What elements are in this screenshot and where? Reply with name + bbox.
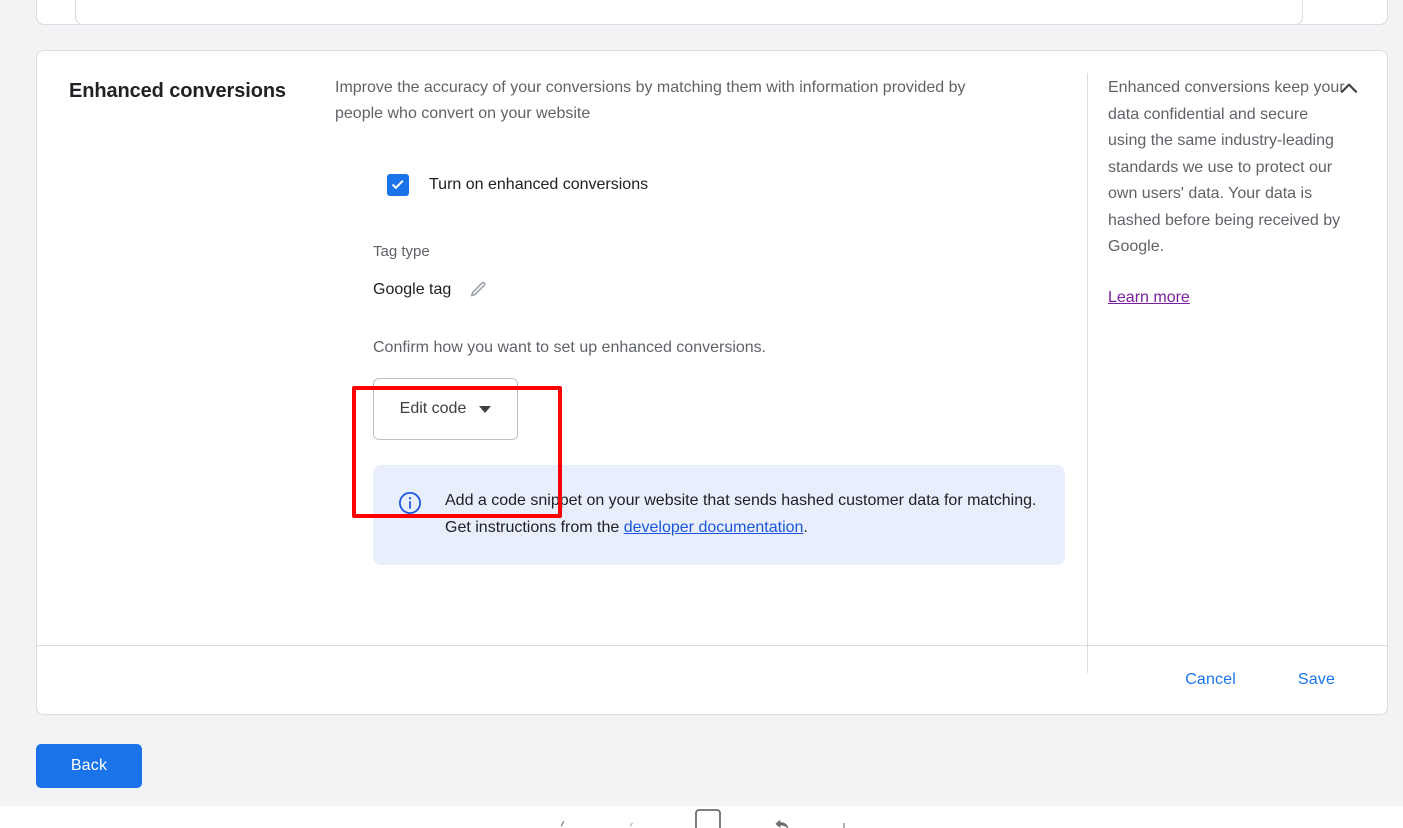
info-circle-icon xyxy=(397,490,423,521)
tag-type-value: Google tag xyxy=(373,281,452,298)
info-banner-text: Add a code snippet on your website that … xyxy=(445,487,1041,541)
section-description: Improve the accuracy of your conversions… xyxy=(335,79,966,122)
save-button[interactable]: Save xyxy=(1280,661,1353,699)
partial-icon-a[interactable] xyxy=(557,808,577,828)
confirm-setup-text: Confirm how you want to set up enhanced … xyxy=(373,339,767,356)
bottom-toolbar-strip xyxy=(0,806,1403,828)
caret-down-icon xyxy=(479,405,492,413)
divider-icon xyxy=(842,823,845,828)
help-panel-text: Enhanced conversions keep your data conf… xyxy=(1108,79,1345,255)
enhanced-conversions-checkbox-label: Turn on enhanced conversions xyxy=(429,176,649,193)
bottom-toolbar-icons xyxy=(0,806,1403,828)
collapse-panel-button[interactable] xyxy=(1333,73,1365,105)
learn-more-link[interactable]: Learn more xyxy=(1108,287,1190,309)
previous-card-partial xyxy=(36,0,1388,25)
tag-type-value-row: Google tag xyxy=(373,279,1035,301)
card-body: Enhanced conversions Improve the accurac… xyxy=(37,51,1387,673)
info-banner: Add a code snippet on your website that … xyxy=(373,465,1065,565)
tag-type-field: Tag type Google tag xyxy=(373,242,1035,301)
edit-code-button-label: Edit code xyxy=(399,400,467,417)
page-title: Enhanced conversions xyxy=(69,80,286,102)
back-button[interactable]: Back xyxy=(36,744,142,788)
developer-documentation-link[interactable]: developer documentation xyxy=(624,519,804,536)
checkmark-icon xyxy=(391,180,404,190)
pencil-icon[interactable] xyxy=(468,280,488,300)
previous-card-inner-box xyxy=(75,0,1303,25)
enhanced-conversions-checkbox[interactable] xyxy=(387,174,409,196)
edit-code-button[interactable]: Edit code xyxy=(373,378,518,440)
chevron-up-icon xyxy=(1340,83,1358,93)
cancel-button[interactable]: Cancel xyxy=(1167,661,1254,699)
partial-icon-b[interactable] xyxy=(625,808,645,828)
card-footer: Cancel Save xyxy=(37,645,1387,714)
app-page: Enhanced conversions Improve the accurac… xyxy=(0,0,1403,828)
tag-type-label: Tag type xyxy=(373,243,430,260)
content-sidebar-divider xyxy=(1087,73,1088,673)
main-content: Improve the accuracy of your conversions… xyxy=(335,75,1065,565)
help-side-panel: Enhanced conversions keep your data conf… xyxy=(1108,75,1348,309)
enhanced-conversions-card: Enhanced conversions Improve the accurac… xyxy=(36,50,1388,715)
reply-arrow-icon[interactable] xyxy=(771,808,793,828)
rectangle-icon[interactable] xyxy=(693,808,723,828)
info-banner-text-after: . xyxy=(803,519,808,536)
enhanced-conversions-toggle-row[interactable]: Turn on enhanced conversions xyxy=(387,174,1035,196)
